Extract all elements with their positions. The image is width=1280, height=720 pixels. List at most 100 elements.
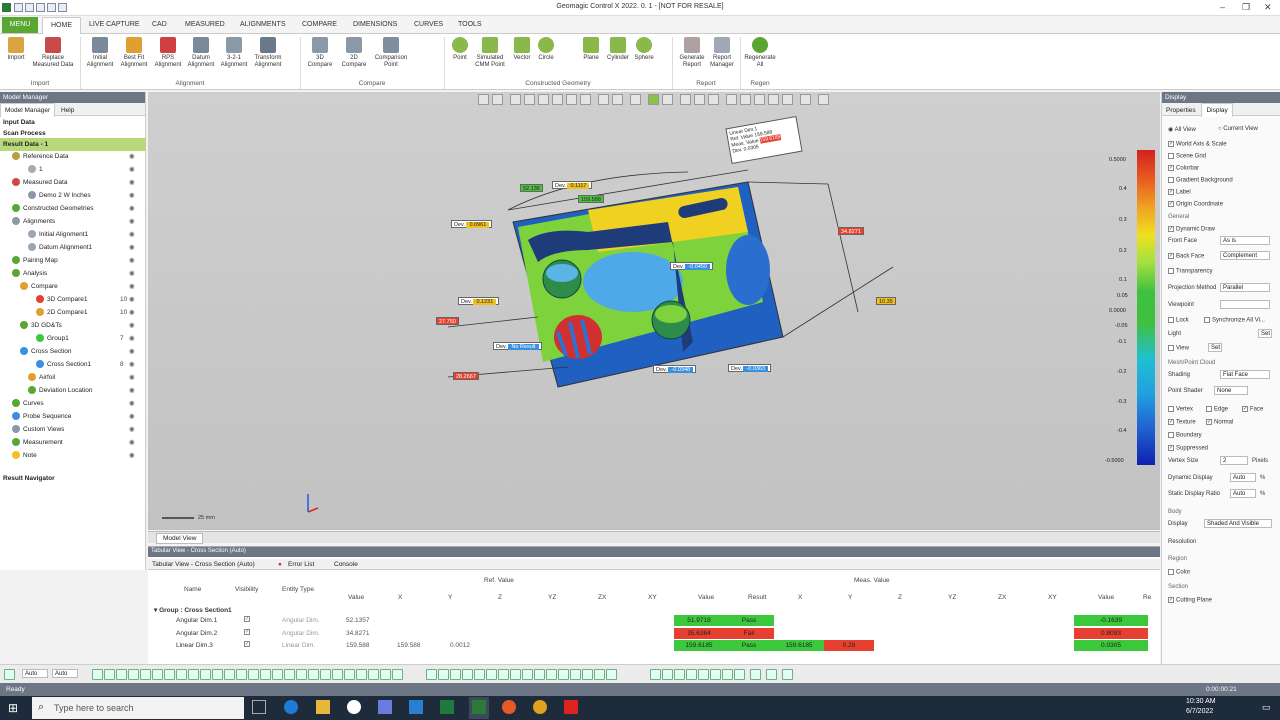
dev-label[interactable]: Dev. -0.0450 bbox=[670, 262, 714, 270]
check-cutting-plane[interactable]: ✓ Cutting Plane bbox=[1168, 597, 1212, 604]
toolbar-tool-icon[interactable] bbox=[662, 669, 673, 680]
check-transparency[interactable]: Transparency bbox=[1168, 268, 1212, 275]
toolbar-tool-icon[interactable] bbox=[570, 669, 581, 680]
subheader-cell[interactable]: XY bbox=[648, 594, 657, 601]
acrobat-icon[interactable] bbox=[564, 700, 578, 714]
transform-alignment-button[interactable]: Transform Alignment bbox=[252, 37, 284, 69]
check-edge[interactable]: Edge bbox=[1206, 406, 1228, 413]
tree-item[interactable]: Deviation Location ◉ bbox=[0, 384, 146, 397]
back-face-select[interactable]: Complement bbox=[1220, 251, 1270, 260]
current-view-radio[interactable]: ○ Current View bbox=[1218, 126, 1258, 132]
subheader-cell[interactable]: Z bbox=[498, 594, 502, 601]
tree-item[interactable]: 3D GD&Ts ◉ bbox=[0, 319, 146, 332]
dim-label[interactable]: 28.2667 bbox=[453, 372, 479, 380]
tree-item[interactable]: Reference Data ◉ bbox=[0, 150, 146, 163]
toolbar-tool-icon[interactable] bbox=[438, 669, 449, 680]
tree-item[interactable]: Custom Views ◉ bbox=[0, 423, 146, 436]
tab-compare[interactable]: COMPARE bbox=[302, 21, 337, 28]
visibility-checkbox[interactable]: ✓ bbox=[244, 628, 252, 636]
visibility-eye-icon[interactable]: ◉ bbox=[129, 202, 135, 215]
auto-select-2[interactable]: Auto bbox=[52, 669, 78, 678]
subheader-cell[interactable]: ZX bbox=[598, 594, 606, 601]
best-fit-alignment-button[interactable]: Best Fit Alignment bbox=[118, 37, 150, 69]
toolbar-tool-icon[interactable] bbox=[686, 669, 697, 680]
toolbar-tool-icon[interactable] bbox=[236, 669, 247, 680]
tree-item[interactable]: Cross Section ◉ bbox=[0, 345, 146, 358]
visibility-eye-icon[interactable]: ◉ bbox=[129, 254, 135, 267]
toolbar-tool-icon[interactable] bbox=[356, 669, 367, 680]
tab-curves[interactable]: CURVES bbox=[414, 21, 443, 28]
subheader-cell[interactable]: Value bbox=[698, 594, 714, 601]
toolbar-tool-icon[interactable] bbox=[224, 669, 235, 680]
static-ratio-input[interactable]: Auto bbox=[1230, 489, 1256, 498]
generate-report-button[interactable]: Generate Report bbox=[676, 37, 708, 69]
front-face-select[interactable]: As is bbox=[1220, 236, 1270, 245]
file-explorer-icon[interactable] bbox=[316, 700, 330, 714]
col-entity-type[interactable]: Entity Type bbox=[282, 586, 314, 593]
tab-console[interactable]: Console bbox=[334, 561, 358, 568]
check-dynamic-draw[interactable]: ✓ Dynamic Draw bbox=[1168, 226, 1215, 233]
tab-cad[interactable]: CAD bbox=[152, 21, 167, 28]
3d-compare-button[interactable]: 3D Compare bbox=[304, 37, 336, 69]
toolbar-tool-icon[interactable] bbox=[486, 669, 497, 680]
tree-item[interactable]: Compare ◉ bbox=[0, 280, 146, 293]
check-suppressed[interactable]: ✓ Suppressed bbox=[1168, 445, 1208, 452]
edge-icon[interactable] bbox=[284, 700, 298, 714]
tab-display[interactable]: Display bbox=[1201, 103, 1233, 117]
visibility-eye-icon[interactable]: ◉ bbox=[129, 215, 135, 228]
datum-alignment-button[interactable]: Datum Alignment bbox=[185, 37, 217, 69]
toolbar-tool-icon[interactable] bbox=[176, 669, 187, 680]
toolbar-tool-icon[interactable] bbox=[722, 669, 733, 680]
dev-label[interactable]: Dev. -0.0348 bbox=[653, 365, 697, 373]
2d-compare-button[interactable]: 2D Compare bbox=[338, 37, 370, 69]
viewpoint-select[interactable] bbox=[1220, 300, 1270, 309]
subheader-cell[interactable]: Y bbox=[848, 594, 852, 601]
toolbar-tool-icon[interactable] bbox=[606, 669, 617, 680]
tree-item[interactable]: 1 ◉ bbox=[0, 163, 146, 176]
tree-item[interactable]: Pairing Map ◉ bbox=[0, 254, 146, 267]
tree-item[interactable]: Group1 7 ◉ bbox=[0, 332, 146, 345]
toolbar-tool-icon[interactable] bbox=[510, 669, 521, 680]
visibility-eye-icon[interactable]: ◉ bbox=[129, 449, 135, 462]
simulated-cmm-point-button[interactable]: Simulated CMM Point bbox=[472, 37, 508, 69]
toolbar-tool-icon[interactable] bbox=[104, 669, 115, 680]
tree-item[interactable]: Measurement ◉ bbox=[0, 436, 146, 449]
dev-label[interactable]: Dev. No Result bbox=[493, 342, 542, 350]
toolbar-tool-icon[interactable] bbox=[534, 669, 545, 680]
subheader-cell[interactable]: Z bbox=[898, 594, 902, 601]
check-colorbar[interactable]: ✓ Colorbar bbox=[1168, 165, 1199, 172]
subheader-cell[interactable]: ZX bbox=[998, 594, 1006, 601]
toolbar-tool-icon[interactable] bbox=[594, 669, 605, 680]
dim-label[interactable]: 159.588 bbox=[578, 195, 604, 203]
app-icon[interactable] bbox=[378, 700, 392, 714]
check-world-axis[interactable]: ✓ World Axis & Scale bbox=[1168, 141, 1227, 148]
visibility-eye-icon[interactable]: ◉ bbox=[129, 306, 135, 319]
toolbar-tool-icon[interactable] bbox=[650, 669, 661, 680]
tab-home[interactable]: HOME bbox=[42, 17, 81, 34]
check-normal[interactable]: ✓ Normal bbox=[1206, 419, 1233, 426]
toolbar-tool-icon[interactable] bbox=[272, 669, 283, 680]
tree-item[interactable]: Demo 2 W Inches ◉ bbox=[0, 189, 146, 202]
result-navigator[interactable]: Result Navigator bbox=[0, 472, 146, 485]
model-viewport[interactable]: 25 mm Dev. 0.1117 Dev. 0.0961 Dev. 0.123… bbox=[148, 92, 1160, 530]
toolbar-tool-icon[interactable] bbox=[782, 669, 793, 680]
visibility-eye-icon[interactable]: ◉ bbox=[129, 384, 135, 397]
display-select[interactable]: Shaded And Visible bbox=[1204, 519, 1272, 528]
visibility-eye-icon[interactable]: ◉ bbox=[129, 332, 135, 345]
check-origin-coordinate[interactable]: ✓ Origin Coordinate bbox=[1168, 201, 1223, 208]
visibility-eye-icon[interactable]: ◉ bbox=[129, 189, 135, 202]
visibility-eye-icon[interactable]: ◉ bbox=[129, 423, 135, 436]
excel-icon[interactable] bbox=[440, 700, 454, 714]
taskbar-search[interactable]: ⌕ Type here to search bbox=[32, 697, 244, 719]
toolbar-tool-icon[interactable] bbox=[750, 669, 761, 680]
tree-item[interactable]: Note ◉ bbox=[0, 449, 146, 462]
toolbar-tool-icon[interactable] bbox=[558, 669, 569, 680]
check-back-face[interactable]: ✓ Back Face bbox=[1168, 253, 1204, 260]
vertex-size-input[interactable]: 2 bbox=[1220, 456, 1248, 465]
tree-item[interactable]: Cross Section1 8 ◉ bbox=[0, 358, 146, 371]
toolbar-tool-icon[interactable] bbox=[698, 669, 709, 680]
subheader-cell[interactable]: X bbox=[398, 594, 402, 601]
geomagic-taskbar-button[interactable] bbox=[469, 697, 489, 719]
subheader-cell[interactable]: Result bbox=[748, 594, 766, 601]
toolbar-tool-icon[interactable] bbox=[4, 669, 15, 680]
